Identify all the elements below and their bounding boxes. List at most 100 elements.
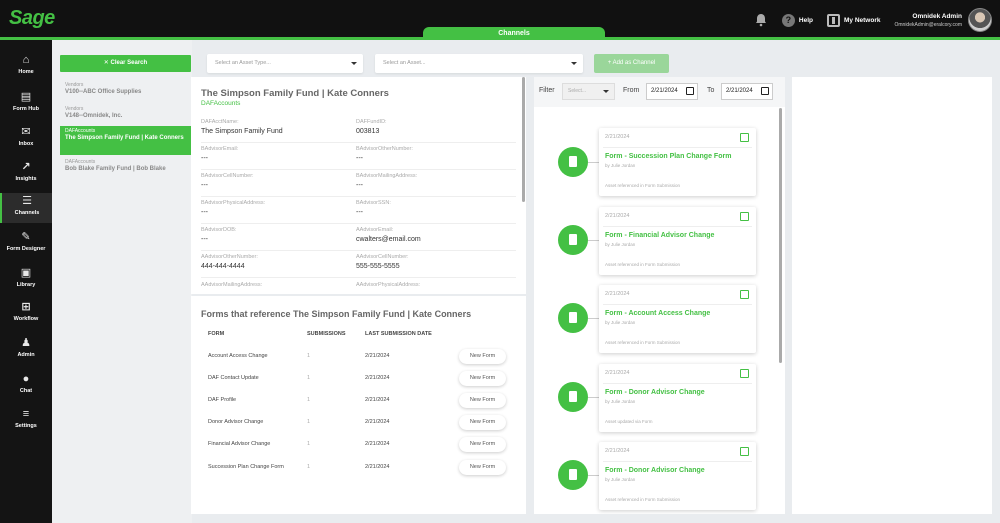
card-title[interactable]: Form - Account Access Change [605,310,710,317]
timeline-card[interactable]: 2/21/2024 Form - Financial Advisor Chang… [599,207,756,275]
avatar[interactable] [968,8,992,32]
timeline-card[interactable]: 2/21/2024 Form - Donor Advisor Change by… [599,442,756,510]
clear-search-button[interactable]: ✕ Clear Search [60,55,191,72]
nav-channels[interactable]: ☰ Channels [0,193,52,223]
list-item[interactable]: Vendors V148--Omnidek, Inc. [60,104,191,122]
field-label: AAdvisorCellNumber: [356,254,409,260]
detail-scrollbar[interactable] [522,77,525,202]
new-form-button[interactable]: New Form [459,393,506,408]
nav-home[interactable]: ⌂ Home [0,55,52,83]
new-form-button[interactable]: New Form [459,349,506,364]
view-submission-icon[interactable] [740,290,749,299]
nav-workflow[interactable]: ⊞ Workflow [0,302,52,330]
card-author: by Julie Jordan [605,399,636,404]
card-title[interactable]: Form - Donor Advisor Change [605,389,705,396]
submissions-count[interactable]: 1 [307,441,310,447]
asset-type: DAFAccounts [65,128,96,134]
submissions-count[interactable]: 1 [307,419,310,425]
field-label: BAdvisorCellNumber: [201,173,254,179]
connector-line [588,397,599,398]
nav-form-designer[interactable]: ✎ Form Designer [0,232,52,260]
nav-admin[interactable]: ♟ Admin [0,338,52,366]
from-label: From [623,87,640,94]
new-form-button[interactable]: New Form [459,371,506,386]
field-label: AAdvisorPhysicalAddress: [356,282,421,288]
field: BAdvisorCellNumber: --- [201,173,346,189]
nav-label: Insights [15,176,37,182]
field: BAdvisorMailingAddress: --- [356,173,501,189]
nav-form-hub[interactable]: ▤ Form Hub [0,92,52,120]
document-icon [569,312,577,323]
asset-name: Bob Blake Family Fund | Bob Blake [65,166,166,172]
user-info[interactable]: Omnidek Admin OmnidekAdmin@eralcory.com [894,13,962,28]
add-as-channel-label: Add as Channel [612,60,656,66]
help-icon: ? [781,13,795,27]
network-icon [827,13,840,27]
last-submission-date: 2/21/2024 [365,441,390,447]
submissions-count[interactable]: 1 [307,397,310,403]
list-item[interactable]: Vendors V100--ABC Office Supplies [60,80,191,98]
my-network-button[interactable]: My Network [827,13,881,27]
nav-inbox[interactable]: ✉ Inbox [0,127,52,155]
asset-detail-panel: The Simpson Family Fund | Kate Conners D… [191,77,526,294]
card-title[interactable]: Form - Donor Advisor Change [605,467,705,474]
my-network-label: My Network [844,16,881,24]
field: BAdvisorPhysicalAddress: --- [201,200,346,216]
table-row: Donor Advisor Change 1 2/21/2024 New For… [191,412,526,434]
from-date-input[interactable]: 2/21/2024 [646,83,698,100]
calendar-icon[interactable] [761,87,769,95]
submissions-count[interactable]: 1 [307,353,310,359]
field-value: 555-555-5555 [356,263,400,270]
field-value: --- [356,209,363,216]
view-submission-icon[interactable] [740,212,749,221]
submissions-count[interactable]: 1 [307,464,310,470]
timeline-scrollbar[interactable] [779,108,782,363]
document-icon [569,469,577,480]
nav-settings[interactable]: ≡ Settings [0,409,52,437]
timeline-card[interactable]: 2/21/2024 Form - Account Access Change b… [599,285,756,353]
view-submission-icon[interactable] [740,447,749,456]
help-button[interactable]: ? Help [781,13,813,27]
field-label: DAFAcctName: [201,119,239,125]
divider [201,142,516,143]
card-date: 2/21/2024 [605,370,630,376]
field-value: --- [356,155,363,162]
calendar-icon[interactable] [686,87,694,95]
library-icon: ▣ [20,267,32,279]
new-form-button[interactable]: New Form [459,437,506,452]
divider [201,196,516,197]
asset-type: DAFAccounts [65,159,96,165]
timeline-card[interactable]: 2/21/2024 Form - Donor Advisor Change by… [599,364,756,432]
add-as-channel-button[interactable]: + Add as Channel [594,54,669,73]
view-submission-icon[interactable] [740,133,749,142]
field-value: The Simpson Family Fund [201,128,283,135]
submissions-count[interactable]: 1 [307,375,310,381]
notifications-button[interactable] [754,13,768,27]
list-item[interactable]: DAFAccounts Bob Blake Family Fund | Bob … [60,157,191,175]
asset-placeholder: Select an Asset... [383,60,426,66]
connector-line [588,318,599,319]
asset-type-select[interactable]: Select an Asset Type... [207,54,363,73]
nav-library[interactable]: ▣ Library [0,268,52,296]
new-form-button[interactable]: New Form [459,415,506,430]
nav-insights[interactable]: ↗ Insights [0,162,52,190]
nav-label: Chat [19,388,33,394]
inbox-icon: ✉ [21,126,31,138]
to-date-input[interactable]: 2/21/2024 [721,83,773,100]
channels-tab[interactable]: Channels [423,27,605,40]
timeline-card[interactable]: 2/21/2024 Form - Succession Plan Change … [599,128,756,196]
new-form-button[interactable]: New Form [459,460,506,475]
nav-label: Admin [17,352,35,358]
asset-name: V100--ABC Office Supplies [65,89,142,95]
form-icon [558,303,588,333]
sage-logo[interactable]: Sage [9,7,55,30]
asset-select[interactable]: Select an Asset... [375,54,583,73]
filter-select[interactable]: Select... [562,83,615,100]
card-title[interactable]: Form - Financial Advisor Change [605,232,714,239]
view-submission-icon[interactable] [740,369,749,378]
list-item-selected[interactable]: DAFAccounts The Simpson Family Fund | Ka… [60,126,191,155]
card-title[interactable]: Form - Succession Plan Change Form [605,153,731,160]
nav-chat[interactable]: ● Chat [0,374,52,402]
forms-panel: Forms that reference The Simpson Family … [191,296,526,514]
asset-name: The Simpson Family Fund | Kate Conners [65,135,184,141]
